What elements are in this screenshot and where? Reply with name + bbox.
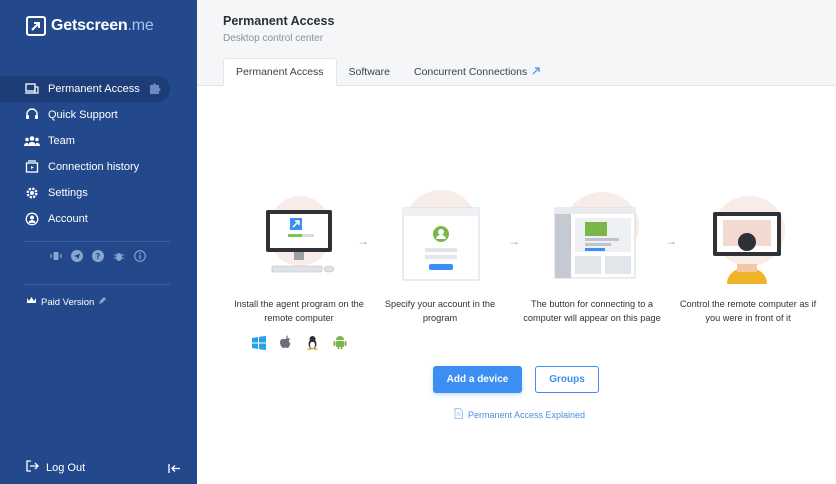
paid-version-label: Paid Version	[41, 296, 95, 308]
arrow-right-icon: →	[508, 234, 520, 248]
tab-concurrent-connections[interactable]: Concurrent Connections	[402, 58, 553, 86]
groups-button[interactable]: Groups	[535, 366, 599, 393]
connect-illustration	[537, 186, 647, 284]
account-illustration	[385, 186, 495, 284]
sidebar-item-connection-history[interactable]: Connection history	[0, 154, 197, 180]
sidebar-item-label: Quick Support	[48, 109, 118, 121]
install-illustration	[244, 186, 354, 284]
collapse-sidebar-icon[interactable]	[168, 461, 181, 479]
logout-button[interactable]: Log Out	[26, 460, 85, 475]
sidebar-item-label: Connection history	[48, 161, 140, 173]
sidebar-nav: Permanent Access Quick Support Team Conn…	[0, 76, 214, 232]
team-icon	[24, 133, 40, 149]
windows-icon[interactable]	[251, 335, 266, 350]
svg-text:?: ?	[96, 252, 101, 261]
document-icon	[454, 408, 463, 421]
sidebar-divider	[24, 241, 170, 242]
pencil-icon[interactable]	[98, 296, 107, 308]
sidebar-item-settings[interactable]: Settings	[0, 180, 197, 206]
os-icons	[229, 335, 369, 350]
page-subtitle: Desktop control center	[223, 33, 324, 44]
step-account-text: Specify your account in the program	[384, 299, 496, 323]
add-device-button[interactable]: Add a device	[433, 366, 522, 393]
headset-icon	[24, 107, 40, 123]
logout-label: Log Out	[46, 461, 86, 474]
page-title: Permanent Access	[223, 14, 335, 28]
permanent-access-explained-link[interactable]: Permanent Access Explained	[454, 408, 585, 421]
sidebar-item-account[interactable]: Account	[0, 206, 214, 232]
logout-icon	[26, 460, 40, 475]
step-control-text: Control the remote computer as if you we…	[679, 299, 817, 323]
crown-icon	[26, 296, 37, 308]
logo-arrow-icon	[26, 16, 46, 36]
sidebar-item-team[interactable]: Team	[0, 128, 197, 154]
tab-permanent-access[interactable]: Permanent Access	[223, 58, 337, 86]
telegram-icon[interactable]	[71, 250, 83, 262]
devices-icon	[24, 81, 40, 97]
step-install: Install the agent program on the remote …	[229, 186, 369, 350]
tab-bar: Permanent Access Software Concurrent Con…	[223, 58, 553, 86]
explained-label: Permanent Access Explained	[468, 409, 586, 420]
arrow-right-icon: →	[357, 234, 369, 248]
external-link-icon	[531, 66, 541, 79]
sidebar-item-quick-support[interactable]: Quick Support	[0, 102, 197, 128]
sidebar-divider	[24, 284, 170, 285]
sidebar-item-label: Account	[48, 213, 88, 225]
user-icon	[24, 211, 40, 227]
linux-icon[interactable]	[305, 335, 320, 350]
sidebar-item-label: Team	[48, 135, 75, 147]
vibrate-icon[interactable]	[50, 250, 62, 262]
brand-logo[interactable]: Getscreen.me	[26, 16, 154, 36]
step-install-text: Install the agent program on the remote …	[234, 299, 364, 323]
tab-software[interactable]: Software	[337, 58, 402, 86]
step-account: Specify your account in the program	[370, 186, 510, 325]
control-illustration	[693, 186, 803, 284]
page-header: Permanent Access Desktop control center …	[197, 0, 836, 86]
help-icon[interactable]: ?	[92, 250, 104, 262]
step-connect: The button for connecting to a computer …	[522, 186, 662, 325]
puzzle-icon[interactable]	[148, 81, 162, 98]
android-icon[interactable]	[332, 335, 347, 350]
step-connect-text: The button for connecting to a computer …	[523, 299, 661, 323]
history-icon	[24, 159, 40, 175]
sidebar-item-label: Permanent Access	[48, 83, 140, 95]
info-icon[interactable]	[134, 250, 146, 262]
arrow-right-icon: →	[665, 234, 677, 248]
brand-name: Getscreen.me	[51, 17, 154, 34]
gear-icon	[24, 185, 40, 201]
sidebar: Getscreen.me Permanent Access Quick Supp…	[0, 0, 214, 484]
main-content: Install the agent program on the remote …	[197, 86, 836, 484]
apple-icon[interactable]	[278, 335, 293, 350]
sidebar-item-permanent-access[interactable]: Permanent Access	[0, 76, 170, 102]
paid-version[interactable]: Paid Version	[26, 296, 107, 308]
bug-icon[interactable]	[113, 250, 125, 262]
sidebar-tools: ?	[50, 250, 146, 262]
step-control: Control the remote computer as if you we…	[678, 186, 818, 325]
sidebar-item-label: Settings	[48, 187, 88, 199]
